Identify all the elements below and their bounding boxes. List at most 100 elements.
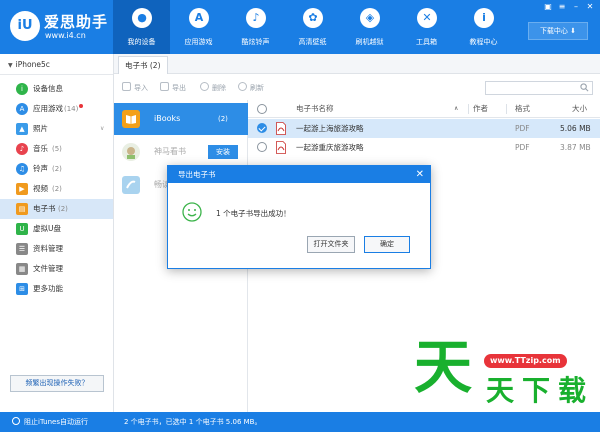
delete-icon	[200, 82, 209, 91]
sidebar-item-ringtones[interactable]: ♫ 铃声 (2)	[0, 159, 113, 179]
sidebar-item-label: 应用游戏	[33, 104, 63, 113]
sidebar-item-label: 更多功能	[33, 284, 63, 293]
column-header-name[interactable]: 电子书名称	[296, 100, 334, 118]
row-name: 一起游重庆旅游攻略	[296, 143, 364, 152]
skin-icon[interactable]: ▣	[542, 1, 554, 12]
import-button[interactable]: 导入	[122, 82, 148, 94]
sidebar-item-videos[interactable]: ▶ 视频 (2)	[0, 179, 113, 199]
sidebar-item-count: (5)	[52, 145, 62, 153]
category-shenma-reader[interactable]: 神马看书 安装	[114, 136, 248, 168]
bell-icon: ♫	[16, 163, 28, 175]
refresh-button[interactable]: 刷新	[238, 82, 264, 94]
sidebar-item-count: (2)	[52, 165, 62, 173]
menu-icon[interactable]: ≡	[556, 1, 568, 12]
ttzip-watermark: 天 www.TTzip.com 天 下 载	[410, 326, 600, 412]
minimize-icon[interactable]: –	[570, 1, 582, 12]
sidebar-item-apps[interactable]: A 应用游戏 (14)	[0, 99, 113, 119]
chevron-down-icon[interactable]: ∨	[100, 119, 104, 139]
close-icon[interactable]: ✕	[416, 166, 424, 183]
sidebar-item-more-features[interactable]: ⊞ 更多功能	[0, 279, 113, 299]
column-header-author[interactable]: 作者	[473, 100, 488, 118]
import-icon	[122, 82, 131, 91]
window-controls: ▣ ≡ – ✕	[542, 1, 596, 12]
download-center-button[interactable]: 下载中心 ⬇	[528, 22, 588, 40]
tab-ebooks[interactable]: 电子书 (2)	[118, 56, 168, 74]
open-folder-button[interactable]: 打开文件夹	[307, 236, 355, 253]
nav-label: 工具箱	[416, 38, 437, 46]
sidebar-item-data-management[interactable]: ☰ 资料管理	[0, 239, 113, 259]
nav-ringtones[interactable]: ♪ 酷炫铃声	[227, 0, 284, 54]
nav-label: 刷机越狱	[355, 38, 384, 46]
table-row[interactable]: 一起游上海旅游攻略 PDF 5.06 MB	[248, 119, 600, 138]
device-selector[interactable]: ▼ iPhone5c	[0, 54, 113, 75]
appstore-icon: A	[189, 8, 209, 28]
nav-label: 酷炫铃声	[241, 38, 270, 46]
sidebar-item-count: (2)	[58, 205, 68, 213]
sidebar-item-label: 资料管理	[33, 244, 63, 253]
row-format: PDF	[515, 143, 530, 152]
search-icon[interactable]	[580, 83, 589, 92]
nav-apps[interactable]: A 应用游戏	[170, 0, 227, 54]
app-url: www.i4.cn	[45, 31, 86, 40]
watermark-char: 天	[486, 374, 515, 407]
column-header-size[interactable]: 大小	[572, 100, 587, 118]
app-logo[interactable]: iU 爱思助手 www.i4.cn	[10, 9, 110, 45]
troubleshoot-button[interactable]: 频繁出现操作失败？	[10, 375, 104, 392]
sidebar-item-label: 视频	[33, 184, 48, 193]
ibooks-icon	[122, 110, 140, 128]
apple-icon: ●	[132, 8, 152, 28]
nav-toolbox[interactable]: ✕ 工具箱	[398, 0, 455, 54]
row-size: 3.87 MB	[560, 143, 591, 152]
column-separator	[468, 104, 469, 114]
install-button[interactable]: 安装	[208, 145, 238, 159]
row-checkbox[interactable]	[257, 123, 267, 133]
selection-summary: 2 个电子书，已选中 1 个电子书 5.06 MB。	[124, 418, 262, 426]
select-all-checkbox[interactable]	[257, 104, 267, 114]
sidebar-item-device-info[interactable]: i 设备信息	[0, 79, 113, 99]
main-nav: ● 我的设备 A 应用游戏 ♪ 酷炫铃声 ✿ 高清壁纸 ◈ 刷机越狱 ✕ 工具箱…	[113, 0, 512, 54]
block-itunes-toggle[interactable]: 阻止iTunes自动运行	[12, 412, 88, 432]
sidebar-item-music[interactable]: ♪ 音乐 (5)	[0, 139, 113, 159]
sidebar-item-count: (14)	[64, 105, 79, 113]
sidebar-item-label: 铃声	[33, 164, 48, 173]
tab-strip: 电子书 (2)	[114, 54, 600, 74]
sidebar-item-ebooks[interactable]: ▤ 电子书 (2)	[0, 199, 113, 219]
nav-flash-jailbreak[interactable]: ◈ 刷机越狱	[341, 0, 398, 54]
delete-button[interactable]: 删除	[200, 82, 226, 94]
top-bar: iU 爱思助手 www.i4.cn ● 我的设备 A 应用游戏 ♪ 酷炫铃声 ✿…	[0, 0, 600, 54]
pdf-icon	[276, 122, 286, 135]
confirm-button[interactable]: 确定	[364, 236, 410, 253]
sidebar-item-count: (2)	[52, 185, 62, 193]
nav-label: 高清壁纸	[298, 38, 327, 46]
watermark-char: 下	[522, 374, 551, 407]
table-row[interactable]: 一起游重庆旅游攻略 PDF 3.87 MB	[248, 138, 600, 157]
search-box	[485, 81, 593, 95]
column-header-format[interactable]: 格式	[515, 100, 530, 118]
sort-up-icon[interactable]: ∧	[454, 100, 458, 118]
close-icon[interactable]: ✕	[584, 1, 596, 12]
nav-tutorials[interactable]: i 教程中心	[455, 0, 512, 54]
category-ibooks[interactable]: iBooks (2)	[114, 103, 248, 135]
table-header: 电子书名称 ∧ 作者 格式 大小	[248, 100, 600, 118]
export-button[interactable]: 导出	[160, 82, 186, 94]
nav-my-device[interactable]: ● 我的设备	[113, 0, 170, 54]
sidebar-list: i 设备信息 A 应用游戏 (14) ▲ 照片 ∨ ♪ 音乐 (5) ♫ 铃声 …	[0, 79, 113, 299]
music-icon: ♪	[16, 143, 28, 155]
nav-wallpapers[interactable]: ✿ 高清壁纸	[284, 0, 341, 54]
category-name: 神马看书	[154, 147, 186, 156]
nav-label: 应用游戏	[184, 38, 213, 46]
sidebar-item-label: 虚拟U盘	[33, 224, 61, 233]
import-label: 导入	[134, 84, 148, 92]
info-icon: i	[16, 83, 28, 95]
app-title: 爱思助手	[44, 13, 109, 31]
row-checkbox[interactable]	[257, 142, 267, 152]
sidebar: ▼ iPhone5c i 设备信息 A 应用游戏 (14) ▲ 照片 ∨ ♪ 音乐…	[0, 54, 114, 412]
smile-icon	[182, 202, 202, 222]
export-success-dialog: 导出电子书 ✕ 1 个电子书导出成功！ 打开文件夹 确定	[167, 165, 431, 269]
search-input[interactable]	[486, 82, 576, 94]
book-icon: ▤	[16, 203, 28, 215]
sidebar-item-file-management[interactable]: ▦ 文件管理	[0, 259, 113, 279]
sidebar-item-photos[interactable]: ▲ 照片 ∨	[0, 119, 113, 139]
sidebar-item-label: 文件管理	[33, 264, 63, 273]
sidebar-item-virtual-udisk[interactable]: U 虚拟U盘	[0, 219, 113, 239]
